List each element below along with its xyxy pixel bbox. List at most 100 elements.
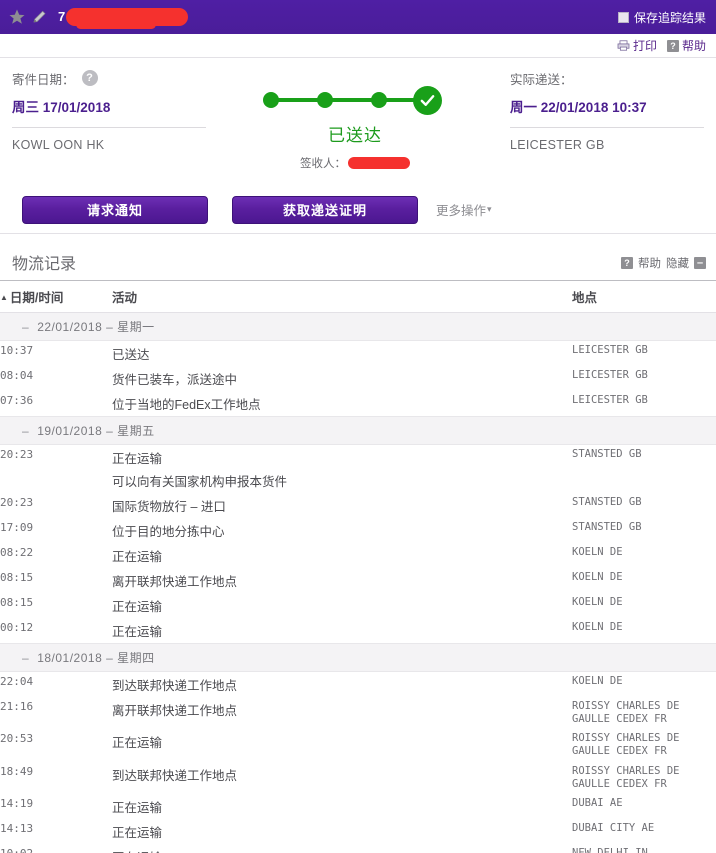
event-time: 14:13: [0, 821, 34, 835]
table-row[interactable]: 08:15 离开联邦快递工作地点 KOELN DE: [0, 568, 716, 593]
ship-date-date: 17/01/2018: [42, 100, 111, 115]
delivery-status-text: 已送达: [328, 126, 382, 145]
event-activity: 货件已装车，派送途中: [112, 373, 238, 387]
event-time: 00:12: [0, 621, 34, 634]
table-row[interactable]: 22:04 到达联邦快递工作地点 KOELN DE: [0, 672, 716, 698]
pencil-icon[interactable]: [32, 9, 48, 25]
signer-name-redaction: [348, 157, 410, 169]
event-time: 10:37: [0, 344, 34, 357]
group-separator: –: [102, 651, 118, 665]
event-location: LEICESTER GB: [572, 394, 648, 406]
event-location: KOELN DE: [572, 571, 623, 583]
delivered-value: 周一 22/01/2018 10:37: [510, 96, 704, 116]
table-row[interactable]: 21:16 离开联邦快递工作地点 ROISSY CHARLES DE GAULLE …: [0, 697, 716, 729]
history-day-group-label: –19/01/2018 – 星期五: [0, 416, 716, 445]
tracking-number-redaction: [66, 8, 188, 29]
table-row[interactable]: 20:23 正在运输 STANSTED GB: [0, 445, 716, 471]
event-note-location-spacer: [572, 470, 716, 493]
delivered-datetime: 22/01/2018 10:37: [540, 100, 647, 115]
table-row[interactable]: 08:04 货件已装车，派送途中 LEICESTER GB: [0, 366, 716, 391]
progress-step-2: [317, 92, 333, 108]
print-button[interactable]: 打印: [617, 37, 657, 54]
event-time: 17:09: [0, 521, 34, 534]
collapse-icon[interactable]: –: [694, 257, 706, 269]
travel-history-title: 物流记录: [12, 256, 77, 273]
event-activity: 到达联邦快递工作地点: [112, 679, 238, 693]
request-notification-button[interactable]: 请求通知: [22, 195, 208, 224]
history-day-group[interactable]: –19/01/2018 – 星期五: [0, 416, 716, 445]
table-row[interactable]: 00:12 正在运输 KOELN DE: [0, 618, 716, 644]
group-separator: –: [102, 320, 118, 334]
get-proof-of-delivery-button[interactable]: 获取递送证明: [232, 195, 418, 224]
event-activity: 位于目的地分拣中心: [112, 525, 225, 539]
ship-date-column: 寄件日期： ? 周三 17/01/2018 KOWL OON HK: [0, 68, 218, 180]
event-time: 08:04: [0, 369, 34, 382]
save-tracking-results[interactable]: 保存追踪结果: [617, 9, 706, 26]
table-row[interactable]: 14:19 正在运输 DUBAI AE: [0, 794, 716, 819]
tracking-number-text: 7: [58, 9, 66, 24]
event-activity: 正在运输: [112, 625, 163, 639]
event-time: 10:02: [0, 844, 112, 853]
help-button[interactable]: ? 帮助: [666, 37, 706, 54]
table-row[interactable]: 20:53 正在运输 ROISSY CHARLES DE GAULLE CEDEX …: [0, 729, 716, 761]
save-results-checkbox[interactable]: [617, 11, 629, 23]
destination-location: LEICESTER GB: [510, 138, 605, 152]
printer-icon: [617, 40, 630, 51]
history-day-group[interactable]: –18/01/2018 – 星期四: [0, 643, 716, 672]
group-collapse-icon[interactable]: –: [22, 424, 29, 438]
table-row[interactable]: 08:15 正在运输 KOELN DE: [0, 593, 716, 618]
group-collapse-icon[interactable]: –: [22, 320, 29, 334]
event-time: 14:19: [0, 796, 34, 810]
delivered-column: 实际递送： 周一 22/01/2018 10:37 LEICESTER GB: [498, 68, 716, 180]
event-location: LEICESTER GB: [572, 369, 648, 381]
group-date: 22/01/2018: [37, 320, 103, 334]
event-note-spacer: [0, 470, 112, 493]
table-row[interactable]: 18:49 到达联邦快递工作地点 ROISSY CHARLES DE GAULLE …: [0, 762, 716, 794]
table-row[interactable]: 10:37 已送达 LEICESTER GB: [0, 341, 716, 367]
table-row[interactable]: 08:22 正在运输 KOELN DE: [0, 543, 716, 568]
event-location: ROISSY CHARLES DE GAULLE CEDEX FR: [572, 732, 680, 758]
group-collapse-icon[interactable]: –: [22, 651, 29, 665]
star-icon[interactable]: [8, 8, 26, 26]
history-day-group[interactable]: –22/01/2018 – 星期一: [0, 312, 716, 341]
signer-row: 签收人：: [255, 155, 455, 171]
column-header-datetime[interactable]: ▲ 日期/时间: [0, 281, 112, 313]
table-row[interactable]: 10:02正在运输NEW DELHI IN: [0, 844, 716, 853]
column-header-activity[interactable]: 活动: [112, 281, 572, 313]
group-weekday: 星期一: [117, 320, 155, 334]
shipment-summary: 寄件日期： ? 周三 17/01/2018 KOWL OON HK 已送达 签收…: [0, 58, 716, 180]
event-time: 21:16: [0, 700, 34, 713]
event-time: 08:15: [0, 596, 34, 609]
event-location: DUBAI CITY AE: [572, 821, 655, 834]
delivered-label: 实际递送：: [510, 72, 573, 87]
delivered-label-row: 实际递送：: [510, 68, 704, 88]
history-help-label[interactable]: 帮助: [638, 255, 661, 271]
event-time: 08:15: [0, 571, 34, 584]
table-header: ▲ 日期/时间 活动 地点: [0, 281, 716, 313]
event-location: STANSTED GB: [572, 448, 642, 460]
ship-date-help-icon[interactable]: ?: [81, 70, 98, 86]
table-row[interactable]: 07:36 位于当地的FedEx工作地点 LEICESTER GB: [0, 391, 716, 417]
tracking-number[interactable]: 7: [58, 7, 188, 29]
group-separator: –: [102, 424, 118, 438]
travel-history-table: ▲ 日期/时间 活动 地点 –22/01/2018 – 星期一 10:37 已送达 LE…: [0, 281, 716, 853]
table-row[interactable]: 20:23 国际货物放行 – 进口 STANSTED GB: [0, 493, 716, 518]
group-weekday: 星期五: [117, 424, 155, 438]
header-left-group: 7: [8, 7, 188, 29]
event-location: KOELN DE: [572, 675, 623, 687]
column-header-location[interactable]: 地点: [572, 281, 716, 313]
table-row[interactable]: 14:13 正在运输 DUBAI CITY AE: [0, 819, 716, 844]
event-activity: 离开联邦快递工作地点: [112, 704, 238, 718]
origin-location: KOWL OON HK: [12, 138, 105, 152]
table-row[interactable]: 17:09 位于目的地分拣中心 STANSTED GB: [0, 518, 716, 543]
history-help-icon[interactable]: ?: [621, 257, 633, 269]
ship-date-weekday: 周三: [12, 100, 39, 115]
more-actions-dropdown[interactable]: 更多操作 ▾: [436, 200, 492, 219]
summary-divider-right: [510, 127, 704, 128]
chevron-down-icon: ▾: [487, 204, 492, 214]
ship-date-value: 周三 17/01/2018: [12, 96, 206, 116]
event-activity: 正在运输: [112, 550, 163, 564]
event-location: STANSTED GB: [572, 496, 642, 508]
history-hide-label[interactable]: 隐藏: [666, 255, 689, 271]
more-actions-label: 更多操作: [436, 204, 487, 218]
